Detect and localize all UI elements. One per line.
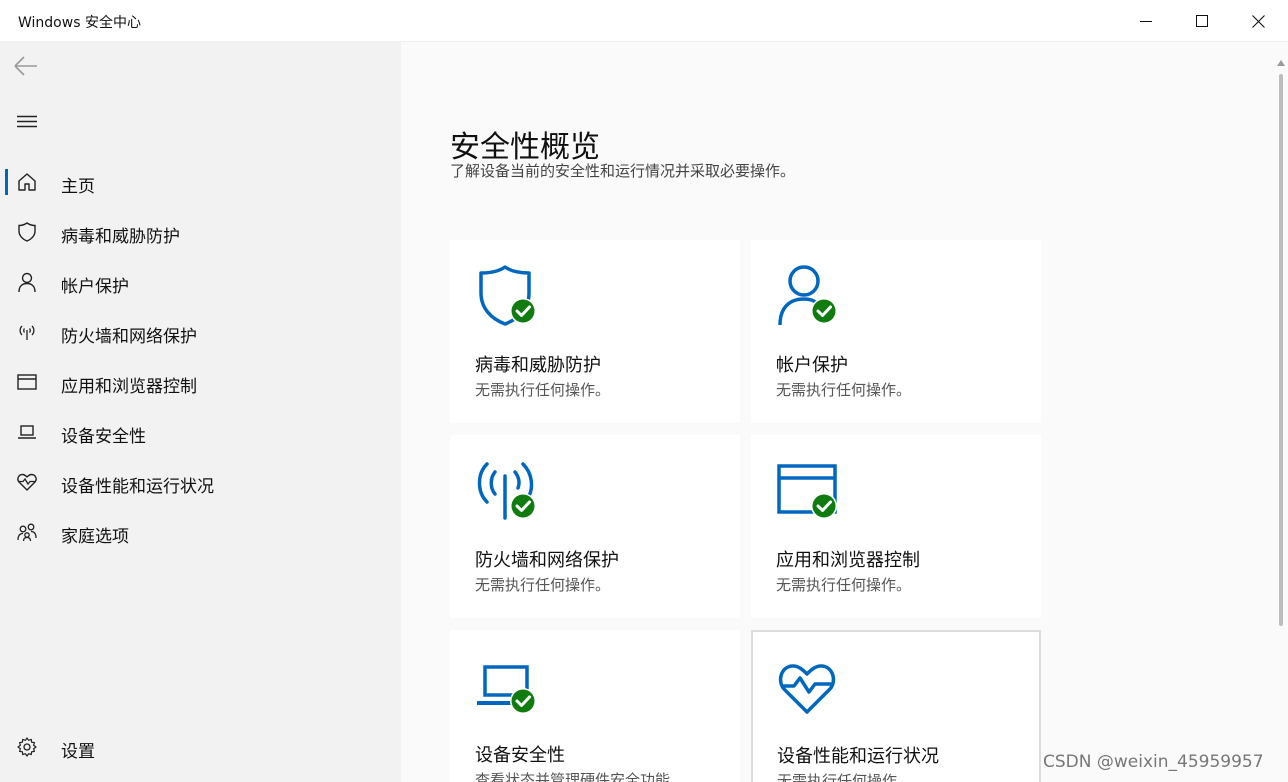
gear-icon bbox=[17, 737, 37, 757]
laptop-icon bbox=[18, 425, 36, 439]
card-app-browser[interactable]: 应用和浏览器控制 无需执行任何操作。 bbox=[751, 435, 1041, 618]
sidebar-item-label: 设备性能和运行状况 bbox=[61, 477, 214, 497]
title-bar: Windows 安全中心 bbox=[0, 0, 1288, 42]
card-firewall[interactable]: 防火墙和网络保护 无需执行任何操作。 bbox=[450, 435, 740, 618]
sidebar-item-label: 防火墙和网络保护 bbox=[61, 327, 197, 347]
active-indicator bbox=[5, 169, 8, 195]
card-status: 无需执行任何操作。 bbox=[777, 772, 913, 782]
sidebar-item-virus-protection[interactable]: 病毒和威胁防护 bbox=[0, 207, 401, 257]
card-status: 无需执行任何操作。 bbox=[475, 381, 611, 399]
window-title: Windows 安全中心 bbox=[18, 15, 141, 31]
card-title: 帐户保护 bbox=[776, 355, 848, 376]
card-title: 防火墙和网络保护 bbox=[475, 550, 619, 571]
sidebar: 主页 病毒和威胁防护 帐户保护 防火墙和网络保护 应用和浏览器控制 设备安全性 … bbox=[0, 42, 401, 782]
heart-pulse-icon bbox=[778, 664, 836, 714]
sidebar-item-label: 设备安全性 bbox=[61, 427, 146, 447]
family-icon bbox=[17, 523, 37, 542]
card-status: 无需执行任何操作。 bbox=[475, 576, 611, 594]
scroll-up-icon[interactable] bbox=[1277, 60, 1285, 66]
sidebar-item-app-browser[interactable]: 应用和浏览器控制 bbox=[0, 357, 401, 407]
menu-button[interactable] bbox=[15, 112, 39, 132]
back-arrow-icon bbox=[14, 56, 37, 76]
shield-check-icon bbox=[479, 265, 536, 326]
sidebar-item-device-security[interactable]: 设备安全性 bbox=[0, 407, 401, 457]
sidebar-item-label: 病毒和威胁防护 bbox=[61, 227, 180, 247]
person-icon bbox=[18, 272, 36, 293]
hamburger-icon bbox=[17, 115, 37, 128]
app-window-icon bbox=[17, 374, 37, 390]
wireless-check-icon bbox=[477, 462, 536, 520]
card-title: 设备安全性 bbox=[475, 745, 565, 766]
person-check-icon bbox=[778, 265, 837, 326]
sidebar-item-home[interactable]: 主页 bbox=[0, 157, 401, 207]
sidebar-item-account-protection[interactable]: 帐户保护 bbox=[0, 257, 401, 307]
sidebar-item-device-health[interactable]: 设备性能和运行状况 bbox=[0, 457, 401, 507]
card-account-protection[interactable]: 帐户保护 无需执行任何操作。 bbox=[751, 240, 1041, 423]
sidebar-item-label: 家庭选项 bbox=[61, 527, 129, 547]
card-device-health[interactable]: 设备性能和运行状况 无需执行任何操作。 bbox=[751, 630, 1041, 782]
heart-icon bbox=[17, 473, 37, 491]
maximize-icon bbox=[1196, 15, 1208, 27]
laptop-check-icon bbox=[477, 665, 536, 714]
sidebar-item-family[interactable]: 家庭选项 bbox=[0, 507, 401, 557]
page-subtitle: 了解设备当前的安全性和运行情况并采取必要操作。 bbox=[450, 162, 796, 180]
home-icon bbox=[18, 173, 36, 191]
wireless-icon bbox=[19, 325, 35, 340]
close-icon bbox=[1251, 14, 1265, 28]
minimize-icon bbox=[1140, 21, 1152, 22]
sidebar-item-label: 主页 bbox=[61, 177, 95, 197]
main-content: 安全性概览 了解设备当前的安全性和运行情况并采取必要操作。 病毒和威胁防护 无需… bbox=[401, 42, 1274, 782]
back-button[interactable] bbox=[12, 54, 40, 78]
card-device-security[interactable]: 设备安全性 查看状态并管理硬件安全功能 bbox=[450, 630, 740, 782]
card-status: 无需执行任何操作。 bbox=[776, 381, 912, 399]
card-title: 应用和浏览器控制 bbox=[776, 550, 920, 571]
scrollbar-thumb[interactable] bbox=[1279, 74, 1283, 626]
sidebar-item-label: 应用和浏览器控制 bbox=[61, 377, 197, 397]
minimize-button[interactable] bbox=[1118, 0, 1174, 42]
scrollbar[interactable] bbox=[1274, 42, 1288, 782]
card-virus-protection[interactable]: 病毒和威胁防护 无需执行任何操作。 bbox=[450, 240, 740, 423]
card-title: 病毒和威胁防护 bbox=[475, 355, 601, 376]
settings-label: 设置 bbox=[61, 742, 95, 762]
close-button[interactable] bbox=[1230, 0, 1286, 42]
sidebar-item-settings[interactable]: 设置 bbox=[0, 722, 401, 772]
card-status: 查看状态并管理硬件安全功能 bbox=[475, 771, 671, 782]
maximize-button[interactable] bbox=[1174, 0, 1230, 42]
sidebar-item-label: 帐户保护 bbox=[61, 277, 129, 297]
browser-check-icon bbox=[777, 464, 837, 519]
card-title: 设备性能和运行状况 bbox=[777, 746, 939, 767]
sidebar-item-firewall[interactable]: 防火墙和网络保护 bbox=[0, 307, 401, 357]
card-status: 无需执行任何操作。 bbox=[776, 576, 912, 594]
watermark: CSDN @weixin_45959957 bbox=[1043, 752, 1264, 772]
shield-icon bbox=[18, 222, 36, 242]
